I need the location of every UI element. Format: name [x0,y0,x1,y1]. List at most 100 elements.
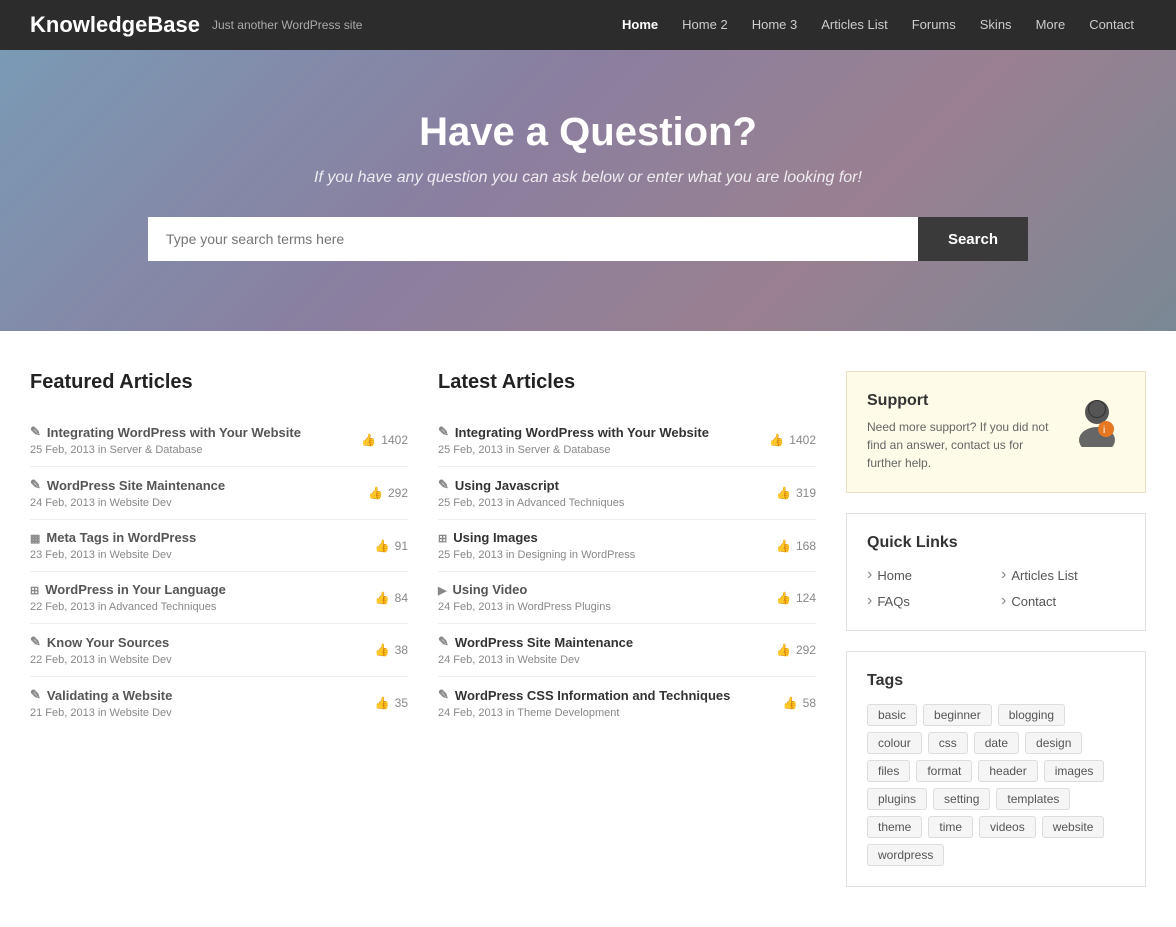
article-title: Using Images [453,530,538,545]
featured-list: Integrating WordPress with Your Website … [30,414,408,729]
nav-link-home-3[interactable]: Home 3 [740,0,810,50]
article-info: Using Images 25 Feb, 2013 in Designing i… [438,530,766,561]
edit-icon [438,634,449,650]
article-info: Meta Tags in WordPress 23 Feb, 2013 in W… [30,530,365,561]
article-title-link[interactable]: Know Your Sources [30,634,365,650]
thumbs-up-icon: 👍 [776,539,791,553]
tag-theme[interactable]: theme [867,816,922,838]
quick-link-contact[interactable]: Contact [1001,592,1125,610]
article-info: Using Video 24 Feb, 2013 in WordPress Pl… [438,582,766,613]
article-title: WordPress in Your Language [45,582,226,597]
hero-title: Have a Question? [20,110,1156,155]
article-info: WordPress in Your Language 22 Feb, 2013 … [30,582,365,613]
nav-link-home[interactable]: Home [610,0,670,50]
thumbs-up-icon: 👍 [375,696,390,710]
nav-link-articles-list[interactable]: Articles List [809,0,899,50]
search-button[interactable]: Search [918,217,1028,261]
article-title: Using Javascript [455,478,559,493]
tag-date[interactable]: date [974,732,1019,754]
edit-icon [30,634,41,650]
nav-link-skins[interactable]: Skins [968,0,1024,50]
tag-wordpress[interactable]: wordpress [867,844,944,866]
nav-item-articles-list: Articles List [809,0,899,50]
support-text: Support Need more support? If you did no… [867,392,1055,472]
main-nav: HomeHome 2Home 3Articles ListForumsSkins… [610,0,1146,50]
nav-link-forums[interactable]: Forums [900,0,968,50]
nav-link-more[interactable]: More [1024,0,1078,50]
quick-link-home[interactable]: Home [867,566,991,584]
quick-link-faqs[interactable]: FAQs [867,592,991,610]
quick-links-grid: Home Articles List FAQs Contact [867,566,1125,610]
featured-section-title: Featured Articles [30,371,408,394]
article-title-link[interactable]: WordPress CSS Information and Techniques [438,687,773,703]
tag-design[interactable]: design [1025,732,1082,754]
article-meta: 22 Feb, 2013 in Advanced Techniques [30,601,365,613]
article-item: Integrating WordPress with Your Website … [438,414,816,467]
article-title-link[interactable]: Integrating WordPress with Your Website [438,424,759,440]
article-meta: 22 Feb, 2013 in Website Dev [30,654,365,666]
article-item: Using Images 25 Feb, 2013 in Designing i… [438,520,816,572]
support-avatar: i [1070,392,1125,447]
nav-link-home-2[interactable]: Home 2 [670,0,740,50]
article-title-link[interactable]: Using Javascript [438,477,766,493]
article-title: Integrating WordPress with Your Website [455,425,709,440]
article-title-link[interactable]: WordPress Site Maintenance [438,634,766,650]
article-votes: 👍 84 [375,591,408,605]
vote-count: 84 [395,591,408,605]
article-votes: 👍 58 [783,696,816,710]
tag-setting[interactable]: setting [933,788,990,810]
nav-item-contact: Contact [1077,0,1146,50]
article-title-link[interactable]: Using Video [438,582,766,597]
edit-icon [438,687,449,703]
thumbs-up-icon: 👍 [776,486,791,500]
tag-beginner[interactable]: beginner [923,704,992,726]
article-title-link[interactable]: WordPress Site Maintenance [30,477,358,493]
featured-articles-column: Featured Articles Integrating WordPress … [30,371,408,887]
nav-link-contact[interactable]: Contact [1077,0,1146,50]
support-body: Need more support? If you did not find a… [867,418,1055,472]
tag-website[interactable]: website [1042,816,1105,838]
search-input[interactable] [148,217,918,261]
article-title-link[interactable]: Validating a Website [30,687,365,703]
tag-images[interactable]: images [1044,760,1105,782]
article-info: Integrating WordPress with Your Website … [438,424,759,456]
thumbs-up-icon: 👍 [375,643,390,657]
tag-blogging[interactable]: blogging [998,704,1065,726]
article-item: Using Javascript 25 Feb, 2013 in Advance… [438,467,816,520]
article-votes: 👍 292 [776,643,816,657]
tag-header[interactable]: header [978,760,1037,782]
article-votes: 👍 91 [375,539,408,553]
article-meta: 25 Feb, 2013 in Advanced Techniques [438,497,766,509]
quick-links-title: Quick Links [867,534,1125,552]
nav-item-forums: Forums [900,0,968,50]
tag-css[interactable]: css [928,732,968,754]
tag-plugins[interactable]: plugins [867,788,927,810]
thumbs-up-icon: 👍 [776,643,791,657]
article-meta: 23 Feb, 2013 in Website Dev [30,549,365,561]
quick-link-articles-list[interactable]: Articles List [1001,566,1125,584]
tag-colour[interactable]: colour [867,732,922,754]
tag-basic[interactable]: basic [867,704,917,726]
site-header: KnowledgeBase Just another WordPress sit… [0,0,1176,50]
edit-icon [30,424,41,440]
tag-templates[interactable]: templates [996,788,1070,810]
article-title-link[interactable]: Using Images [438,530,766,545]
tag-format[interactable]: format [916,760,972,782]
nav-item-skins: Skins [968,0,1024,50]
vote-count: 35 [395,696,408,710]
article-title: WordPress CSS Information and Techniques [455,688,730,703]
support-title: Support [867,392,1055,410]
article-title-link[interactable]: WordPress in Your Language [30,582,365,597]
tag-videos[interactable]: videos [979,816,1036,838]
vote-count: 58 [803,696,816,710]
article-title: Validating a Website [47,688,172,703]
vote-count: 292 [388,486,408,500]
article-title-link[interactable]: Meta Tags in WordPress [30,530,365,545]
article-title-link[interactable]: Integrating WordPress with Your Website [30,424,351,440]
tag-files[interactable]: files [867,760,910,782]
nav-item-home: Home [610,0,670,50]
article-item: Validating a Website 21 Feb, 2013 in Web… [30,677,408,729]
article-title: Integrating WordPress with Your Website [47,425,301,440]
article-votes: 👍 1402 [361,433,408,447]
tag-time[interactable]: time [928,816,973,838]
